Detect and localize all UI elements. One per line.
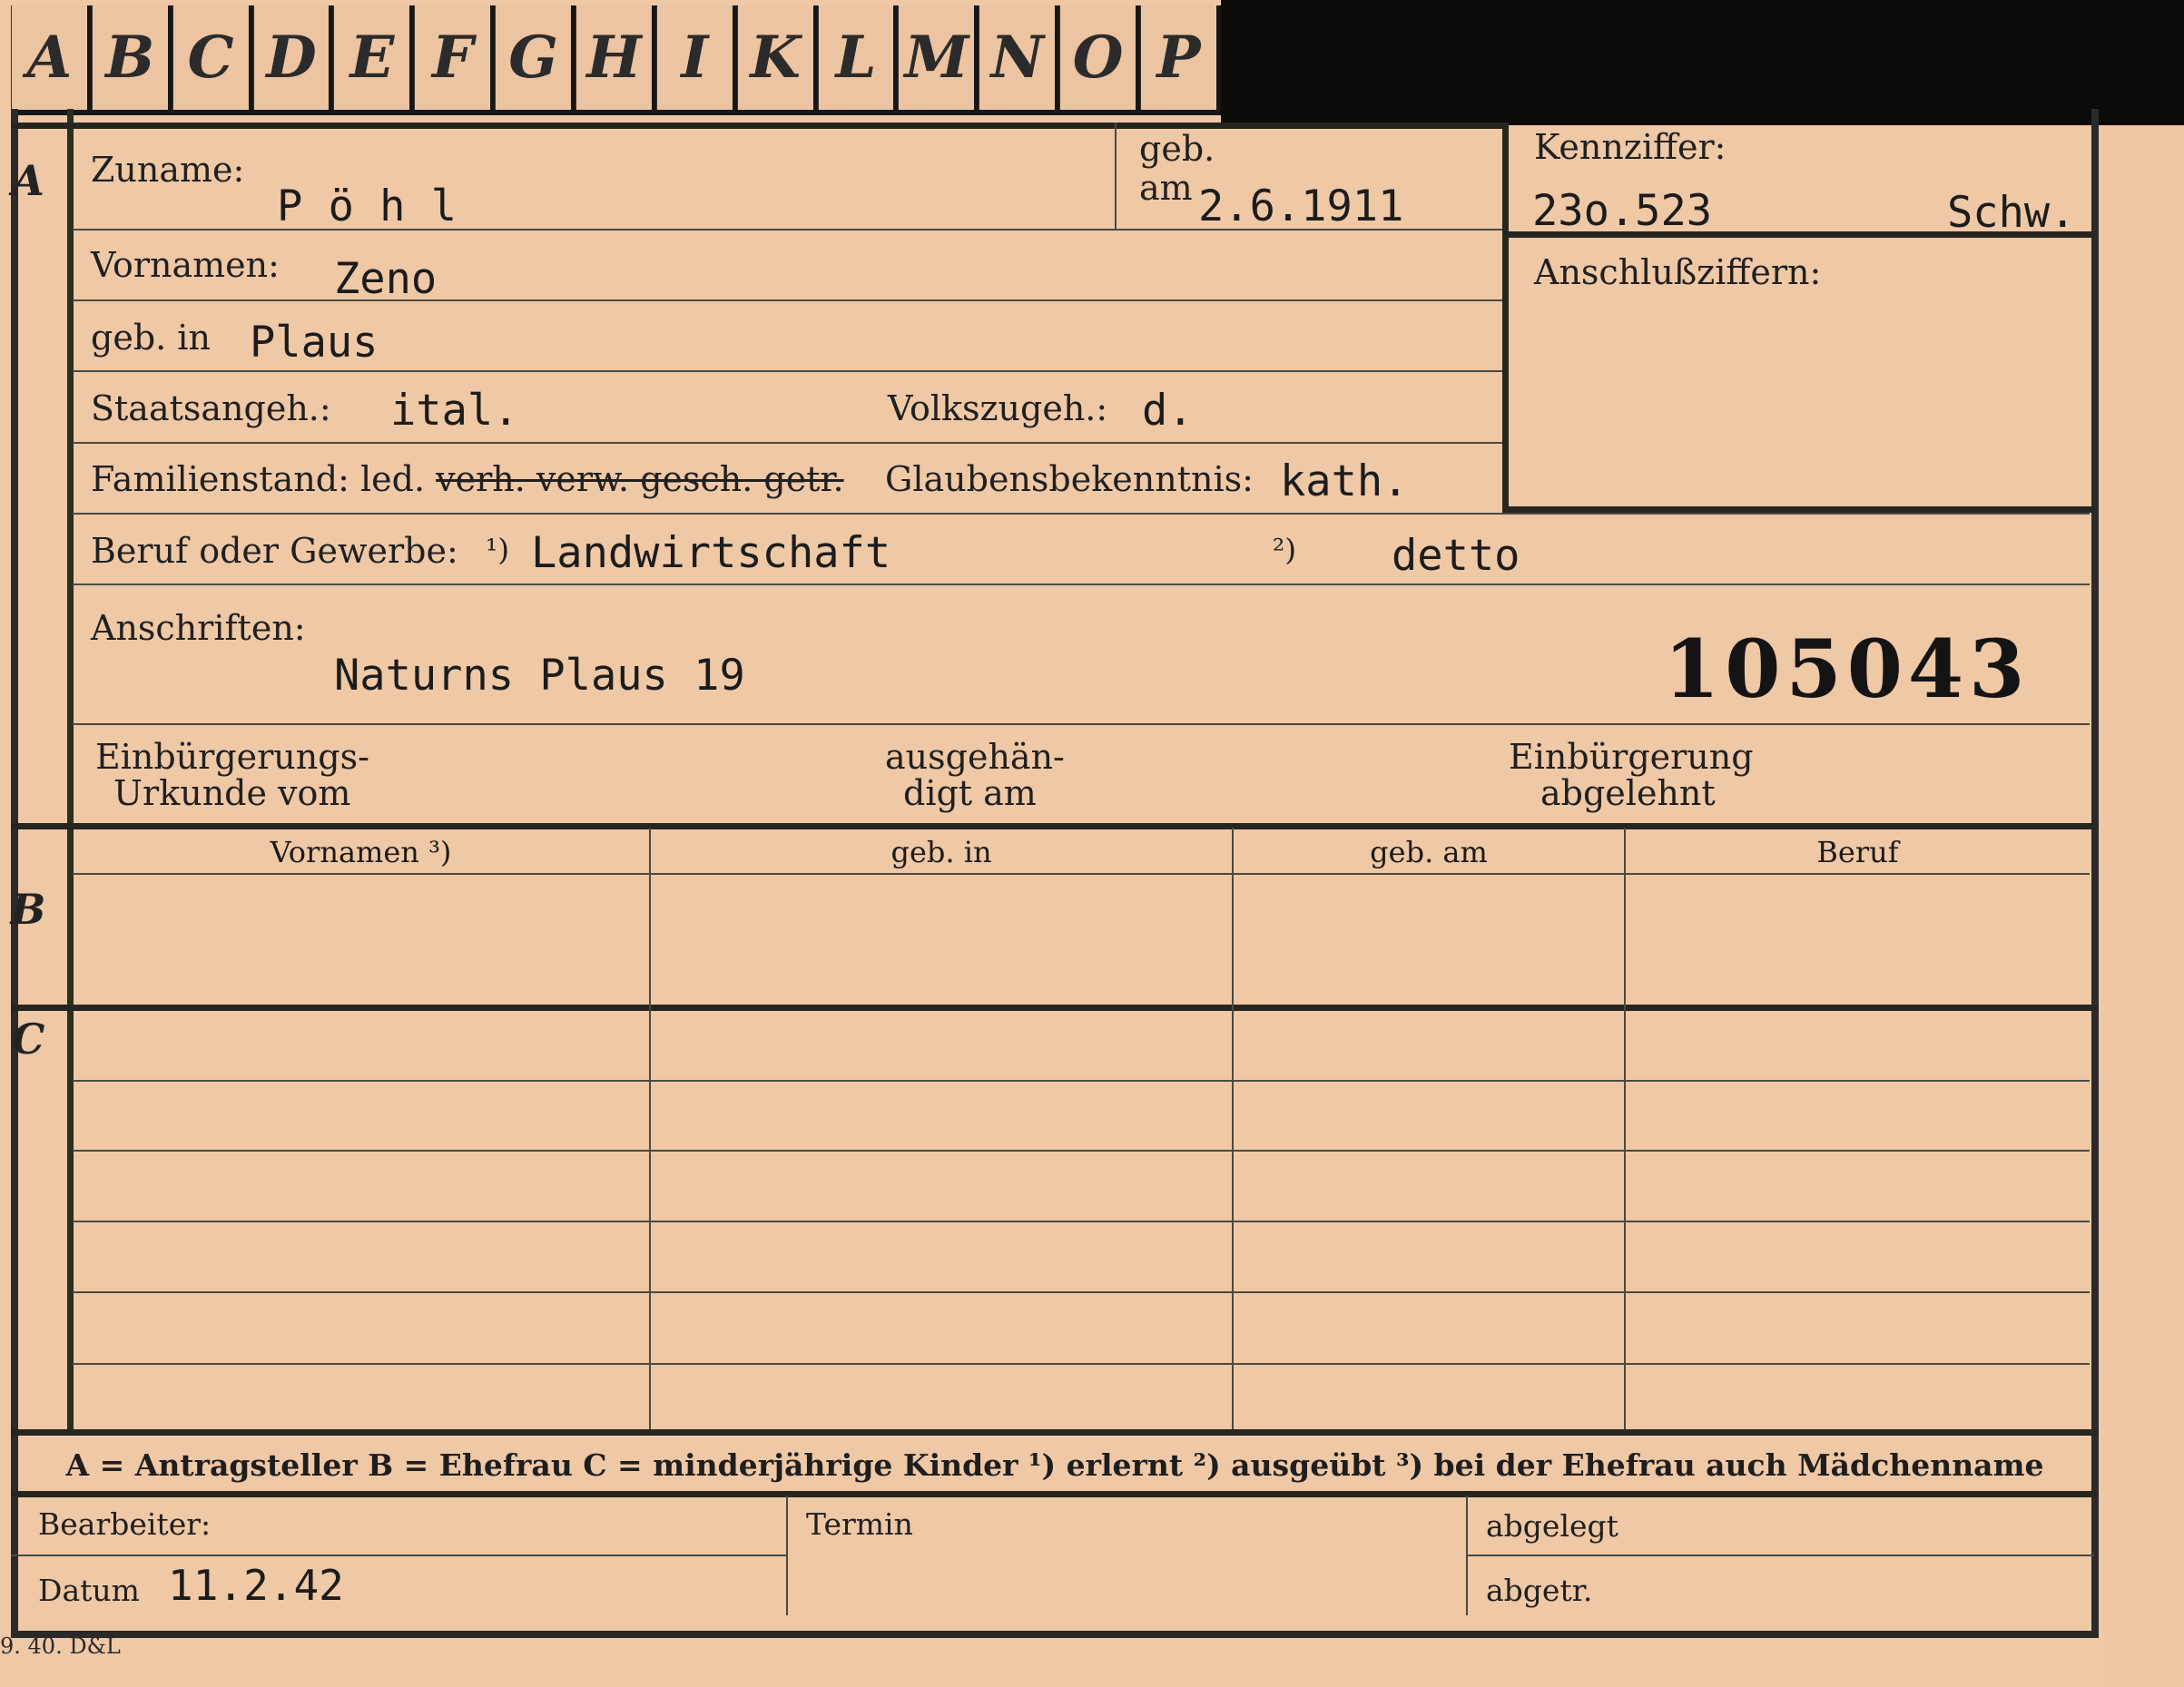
index-tab: M	[898, 5, 979, 110]
table-column-divider	[1624, 828, 1626, 1429]
urkunde-label-1: Einbürgerungs-	[95, 737, 369, 777]
index-tab: K	[736, 5, 818, 110]
index-tab: I	[655, 5, 737, 110]
index-tab: L	[817, 5, 899, 110]
datum-label: Datum	[38, 1573, 140, 1608]
beruf-label: Beruf oder Gewerbe:	[91, 531, 458, 571]
geb-label: geb.	[1139, 129, 1215, 169]
card-number: 105043	[1664, 622, 2031, 716]
footer-row-rule	[11, 1555, 786, 1556]
section-letter-column	[11, 109, 74, 1429]
index-tab: E	[333, 5, 415, 110]
beruf-erlernt-value: Landwirtschaft	[531, 528, 891, 578]
table-bottom-rule	[11, 1429, 2099, 1436]
table-header-rule	[73, 873, 2090, 875]
am-label: am	[1139, 168, 1193, 208]
familienstand-struck-options: verh. verw. gesch. getr.	[436, 459, 844, 499]
ausgehaendigt-label-2: digt am	[903, 773, 1037, 813]
kennziffer-label: Kennziffer:	[1534, 127, 1727, 167]
index-tab: D	[252, 5, 334, 110]
kennziffer-box-left	[1502, 123, 1509, 513]
glaubensbekenntnis-label: Glaubensbekenntnis:	[885, 459, 1254, 499]
index-tab: H	[576, 5, 656, 110]
abgetr-label: abgetr.	[1486, 1573, 1593, 1608]
index-tab: A	[11, 5, 92, 110]
index-tab: F	[414, 5, 496, 110]
vornamen-label: Vornamen:	[91, 245, 280, 285]
index-tab: P	[1140, 5, 1221, 110]
footer-row-rule	[1468, 1555, 2094, 1556]
volkszugeh-label: Volkszugeh.:	[888, 388, 1108, 428]
urkunde-label-2: Urkunde vom	[113, 773, 351, 813]
geb-in-value: Plaus	[250, 318, 379, 368]
beruf-ausgeuebt-value: detto	[1392, 531, 1520, 581]
table-row	[73, 1080, 2090, 1082]
vornamen-value: Zeno	[334, 254, 438, 304]
section-letter-b: B	[10, 885, 46, 934]
index-tab: G	[495, 5, 576, 110]
anschlussziffern-label: Anschlußziffern:	[1534, 252, 1822, 292]
familienstand-text: Familienstand: led.	[91, 459, 426, 499]
ausgehaendigt-label-1: ausgehän-	[885, 737, 1065, 777]
dark-background-corner	[1221, 0, 2184, 125]
footer-divider	[786, 1496, 788, 1615]
section-rule	[11, 1005, 2099, 1011]
top-rule	[11, 123, 1509, 129]
index-tab: O	[1059, 5, 1141, 110]
abgelegt-label: abgelegt	[1486, 1508, 1618, 1544]
row-rule	[73, 442, 1502, 444]
table-row	[73, 1150, 2090, 1152]
row-rule	[73, 513, 2090, 515]
index-tab: B	[91, 5, 172, 110]
zuname-value: P ö h l	[277, 181, 457, 231]
beruf-note-1: ¹)	[486, 532, 510, 567]
kennziffer-value: 23o.523	[1532, 186, 1713, 236]
termin-label: Termin	[806, 1506, 913, 1542]
kennziffer-suffix: Schw.	[1947, 188, 2076, 238]
table-column-divider	[649, 828, 651, 1429]
glaubensbekenntnis-value: kath.	[1280, 456, 1409, 506]
kennziffer-box-bottom	[1509, 506, 2094, 513]
staatsangeh-value: ital.	[390, 386, 519, 436]
geb-in-label: geb. in	[91, 318, 211, 358]
section-rule	[11, 823, 2099, 829]
row-rule	[73, 723, 2090, 725]
volkszugeh-value: d.	[1142, 386, 1194, 436]
bearbeiter-label: Bearbeiter:	[38, 1506, 212, 1542]
familienstand-label: Familienstand: led. verh. verw. gesch. g…	[91, 459, 844, 499]
row-rule	[73, 584, 2090, 585]
column-header-beruf: Beruf	[1816, 835, 1899, 869]
beruf-note-2: ²)	[1273, 532, 1297, 567]
legend: A = Antragsteller B = Ehefrau C = minder…	[65, 1447, 2044, 1483]
table-row	[73, 1291, 2090, 1293]
abgelehnt-label-2: abgelehnt	[1540, 773, 1716, 813]
index-tab: C	[172, 5, 253, 110]
abgelehnt-label-1: Einbürgerung	[1509, 737, 1754, 777]
geb-am-divider	[1115, 123, 1117, 230]
geb-am-value: 2.6.1911	[1198, 181, 1404, 231]
table-column-divider	[1232, 828, 1234, 1429]
row-rule	[73, 370, 1502, 372]
row-rule	[73, 299, 1502, 301]
anschrift-value: Naturns Plaus 19	[334, 651, 745, 701]
anschriften-label: Anschriften:	[91, 608, 306, 648]
zuname-label: Zuname:	[91, 150, 245, 190]
section-letter-a: A	[12, 156, 44, 205]
column-header-geb-in: geb. in	[890, 835, 992, 869]
table-row	[73, 1363, 2090, 1365]
column-header-vornamen: Vornamen ³)	[270, 835, 452, 869]
alphabet-index-tabs: A B C D E F G H I K L M N O P	[11, 5, 1221, 115]
datum-value: 11.2.42	[168, 1561, 344, 1610]
card-edge	[2106, 125, 2184, 1687]
column-header-geb-am: geb. am	[1370, 835, 1488, 869]
footer-rule	[11, 1491, 2099, 1497]
staatsangeh-label: Staatsangeh.:	[91, 388, 331, 428]
print-code: 9. 40. D&L	[0, 1633, 121, 1659]
table-row	[73, 1221, 2090, 1222]
section-letter-c: C	[11, 1015, 45, 1064]
index-tab: N	[979, 5, 1060, 110]
